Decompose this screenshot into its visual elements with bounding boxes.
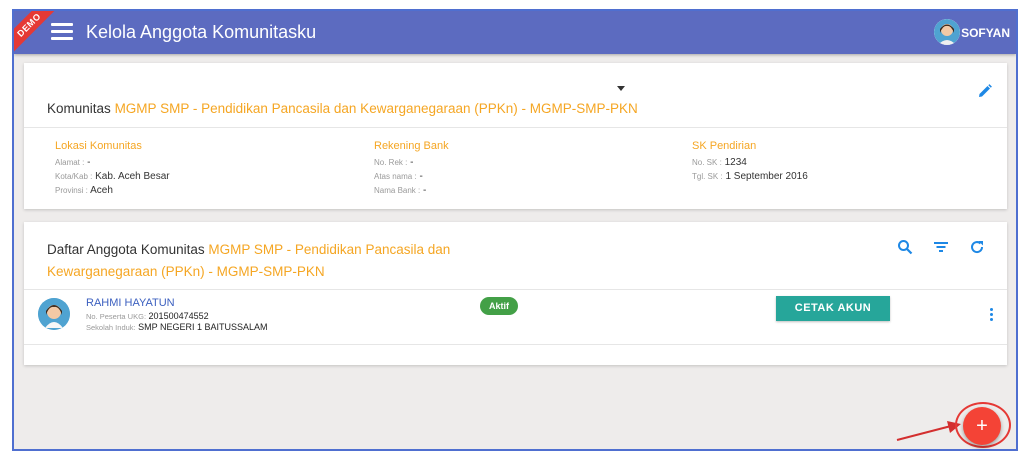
member-school: Sekolah Induk: SMP NEGERI 1 BAITUSSALAM — [86, 322, 268, 332]
app-window: DEMO Kelola Anggota Komunitasku SOFYAN K… — [12, 9, 1018, 451]
norek-label: No. Rek : — [374, 158, 408, 167]
edit-icon[interactable] — [977, 83, 993, 99]
member-list-prefix: Daftar Anggota Komunitas — [47, 242, 205, 257]
location-section: Lokasi Komunitas Alamat : - Kota/Kab : K… — [55, 140, 170, 199]
atas-nama-value: - — [419, 171, 423, 182]
nama-bank-label: Nama Bank : — [374, 186, 421, 195]
member-list-name-line2: Kewarganegaraan (PPKn) - MGMP-SMP-PKN — [47, 264, 325, 279]
filter-icon[interactable] — [933, 239, 949, 255]
community-prefix: Komunitas — [47, 101, 111, 116]
member-name[interactable]: RAHMI HAYATUN — [86, 297, 175, 309]
sk-section: SK Pendirian No. SK : 1234 Tgl. SK : 1 S… — [692, 140, 808, 185]
member-list-card: Daftar Anggota Komunitas MGMP SMP - Pend… — [24, 222, 1007, 365]
no-sk-label: No. SK : — [692, 158, 722, 167]
nama-bank-value: - — [423, 185, 427, 196]
list-item[interactable]: RAHMI HAYATUN No. Peserta UKG: 201500474… — [24, 289, 1007, 345]
tgl-sk-value: 1 September 2016 — [725, 171, 808, 182]
community-title: Komunitas MGMP SMP - Pendidikan Pancasil… — [47, 101, 638, 116]
member-ukg: No. Peserta UKG: 201500474552 — [86, 311, 209, 321]
tgl-sk-label: Tgl. SK : — [692, 172, 723, 181]
avatar — [38, 298, 70, 330]
no-sk-value: 1234 — [724, 157, 747, 168]
norek-value: - — [410, 157, 414, 168]
kota-label: Kota/Kab : — [55, 172, 93, 181]
school-label: Sekolah Induk: — [86, 323, 136, 332]
divider — [24, 127, 1007, 128]
ukg-value: 201500474552 — [148, 311, 209, 321]
user-avatar[interactable] — [934, 19, 960, 45]
page-title: Kelola Anggota Komunitasku — [86, 22, 317, 42]
menu-icon[interactable] — [51, 23, 73, 41]
chevron-down-icon[interactable] — [617, 86, 625, 91]
community-name: MGMP SMP - Pendidikan Pancasila dan Kewa… — [114, 101, 638, 116]
provinsi-value: Aceh — [90, 185, 113, 196]
bank-heading: Rekening Bank — [374, 140, 449, 152]
bank-section: Rekening Bank No. Rek : - Atas nama : - … — [374, 140, 449, 199]
sk-heading: SK Pendirian — [692, 140, 757, 152]
community-info-card: Komunitas MGMP SMP - Pendidikan Pancasil… — [24, 63, 1007, 209]
cetak-akun-button[interactable]: CETAK AKUN — [776, 296, 890, 321]
alamat-label: Alamat : — [55, 158, 85, 167]
app-bar: DEMO Kelola Anggota Komunitasku SOFYAN — [14, 11, 1016, 57]
atas-nama-label: Atas nama : — [374, 172, 417, 181]
refresh-icon[interactable] — [969, 239, 985, 255]
location-heading: Lokasi Komunitas — [55, 140, 142, 152]
add-member-button[interactable]: + — [963, 407, 1001, 445]
provinsi-label: Provinsi : — [55, 186, 88, 195]
ukg-label: No. Peserta UKG: — [86, 312, 147, 321]
member-list-name-line1: MGMP SMP - Pendidikan Pancasila dan — [208, 242, 451, 257]
alamat-value: - — [87, 157, 91, 168]
search-icon[interactable] — [897, 239, 913, 255]
school-value: SMP NEGERI 1 BAITUSSALAM — [138, 322, 268, 332]
kota-value: Kab. Aceh Besar — [95, 171, 170, 182]
add-icon: + — [976, 415, 988, 437]
more-vert-icon[interactable] — [990, 308, 994, 323]
member-list-title: Daftar Anggota Komunitas MGMP SMP - Pend… — [47, 239, 507, 283]
status-badge: Aktif — [480, 297, 518, 315]
user-name[interactable]: SOFYAN — [961, 26, 1010, 40]
